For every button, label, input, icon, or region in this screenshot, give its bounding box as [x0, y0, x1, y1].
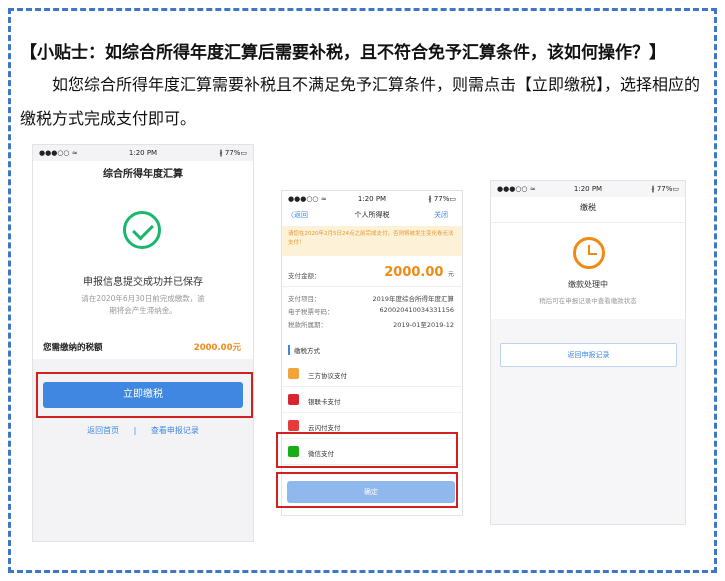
link-separator: | [133, 426, 137, 435]
close-button[interactable]: 关闭 [434, 210, 448, 220]
success-message: 申报信息提交成功并已保存 [83, 277, 203, 288]
check-circle-icon [123, 211, 161, 249]
tip-title: 【小贴士：如综合所得年度汇算后需要补税，且不符合免予汇算条件，该如何操作？】 [20, 43, 666, 63]
payment-method-tripartite[interactable]: 三方协议支付 [282, 361, 462, 387]
tripartite-icon [288, 368, 299, 379]
battery-icon: ∦ 77%▭ [651, 185, 679, 193]
status-bar: ●●●○○ ≈ 1:20 PM ∦ 77%▭ [33, 145, 253, 161]
phone-payment-status: ●●●○○ ≈ 1:20 PM ∦ 77%▭ 缴税 缴款处理中 稍后可在申报记录… [490, 180, 686, 525]
payment-info: 支付项目： 2019年度综合所得年度汇算 电子税票号码： 6200204100343… [282, 291, 462, 330]
tax-due-label: 您需缴纳的税额 [43, 343, 103, 353]
quickpass-icon [288, 420, 299, 431]
payment-notice: 请您在2020年2月5日24点之前完成支付，否则将被发生变化卷无法支付！ [282, 226, 462, 256]
status-bar: ●●●○○ ≈ 1:20 PM ∦ 77%▭ [491, 181, 685, 197]
info-row: 税款所属期： 2019-01至2019-12 [288, 321, 454, 329]
amount-row: 支付金额： 2000.00 元 [282, 261, 462, 287]
status-bar: ●●●○○ ≈ 1:20 PM ∦ 77%▭ [282, 191, 462, 207]
deadline-note: 请在2020年6月30日前完成缴款，逾期将会产生滞纳金。 [81, 294, 205, 315]
battery-icon: ∦ 77%▭ [428, 195, 456, 203]
tax-due-amount: 2000.00元 [193, 343, 241, 353]
clock-icon [573, 237, 605, 269]
status-hint: 稍后可在申报记录中查看缴款状态 [539, 297, 637, 305]
back-home-link[interactable]: 返回首页 [87, 426, 119, 435]
view-records-link[interactable]: 查看申报记录 [151, 426, 199, 435]
amount-label: 支付金额： [288, 272, 321, 280]
nav-bar: 〈返回 个人所得税 关闭 [282, 207, 462, 223]
highlight-pay-button [36, 372, 253, 418]
highlight-wechat-pay [276, 432, 458, 468]
info-row: 电子税票号码： 620020410034331156 [288, 306, 454, 316]
page-title: 综合所得年度汇算 [33, 161, 253, 191]
footer-links: 返回首页 | 查看申报记录 [33, 425, 253, 436]
amount-value: 2000.00 元 [384, 265, 454, 280]
tax-due-row: 您需缴纳的税额 2000.00元 [33, 333, 253, 359]
tip-body: 如您综合所得年度汇算需要补税且不满足免予汇算条件，则需点击【立即缴税】，选择相应… [20, 75, 701, 128]
processing-status: 缴款处理中 [568, 280, 608, 289]
payment-method-unionpay[interactable]: 银联卡支付 [282, 387, 462, 413]
payment-method-title: 缴税方式 [288, 345, 320, 355]
highlight-confirm-button [276, 472, 458, 508]
status-card: 缴款处理中 稍后可在申报记录中查看缴款状态 [491, 223, 685, 319]
info-row: 支付项目： 2019年度综合所得年度汇算 [288, 295, 454, 303]
back-to-records-button[interactable]: 返回申报记录 [500, 343, 677, 367]
phone-annual-settlement: ●●●○○ ≈ 1:20 PM ∦ 77%▭ 综合所得年度汇算 申报信息提交成功… [32, 144, 254, 542]
battery-icon: ∦ 77%▭ [219, 149, 247, 157]
unionpay-icon [288, 394, 299, 405]
page-title: 缴税 [491, 197, 685, 223]
